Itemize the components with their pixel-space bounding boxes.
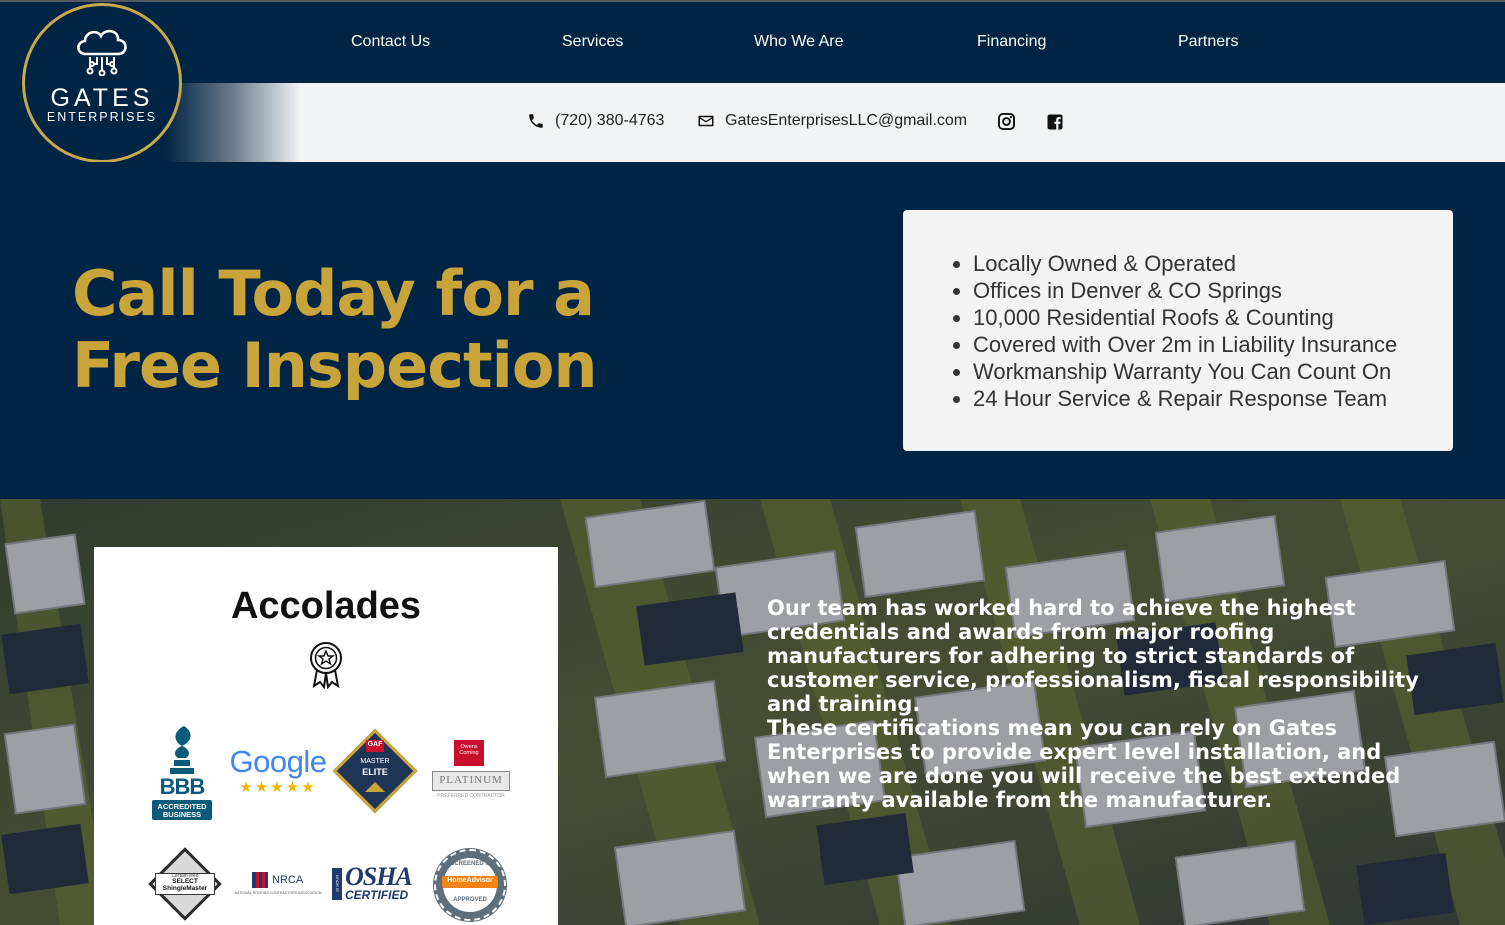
certifications-paragraph: These certifications mean you can rely o… [767, 716, 1401, 812]
feature-item: Covered with Over 2m in Liability Insura… [973, 331, 1397, 358]
gaf-master-elite-badge: GAF MASTER ELITE [332, 728, 418, 814]
logo-name: GATES [50, 84, 154, 112]
facebook-link[interactable] [1046, 113, 1064, 135]
nav-who-we-are[interactable]: Who We Are [754, 33, 844, 51]
ha-approved: APPROVED [453, 897, 487, 903]
phone-number: (720) 380-4763 [555, 112, 665, 129]
gaf-label: GAF [367, 741, 383, 748]
instagram-link[interactable] [997, 112, 1016, 135]
osha-letters: OSHA [345, 862, 413, 891]
hero-heading-line1: Call Today for a [72, 257, 595, 330]
osha-hours: 10 HOUR [334, 874, 340, 893]
cloud-circuit-icon [77, 29, 127, 76]
nav-services[interactable]: Services [562, 33, 623, 51]
bbb-badge: BBB ACCREDITED BUSINESS [150, 724, 214, 822]
nrca-flag-icon [252, 872, 268, 888]
gaf-master: MASTER [360, 758, 390, 765]
osha-certified: CERTIFIED [345, 888, 409, 902]
phone-contact[interactable]: (720) 380-4763 [527, 112, 664, 130]
features-card: Locally Owned & Operated Offices in Denv… [903, 210, 1453, 451]
credentials-paragraph: Our team has worked hard to achieve the … [767, 596, 1419, 716]
feature-item: Workmanship Warranty You Can Count On [973, 358, 1397, 385]
google-reviews-badge: Google ★★★★★ [228, 744, 328, 800]
feature-item: 10,000 Residential Roofs & Counting [973, 304, 1397, 331]
ha-screened: SCREENED & [450, 861, 490, 867]
nrca-letters: NRCA [272, 874, 304, 886]
ct-shinglemaster: ShingleMaster [162, 885, 208, 892]
osha-certified-badge: 10 HOUR OSHA CERTIFIED [332, 864, 418, 904]
oc-platinum: PLATINUM [439, 774, 503, 786]
homeadvisor-badge: SCREENED & HomeAdvisor APPROVED [434, 849, 506, 921]
ha-logo-text: HomeAdvisor [447, 877, 493, 884]
hero-heading: Call Today for a Free Inspection [72, 257, 598, 402]
ct-select: SELECT [172, 878, 198, 885]
accolades-title: Accolades [230, 585, 422, 627]
instagram-icon [998, 113, 1015, 130]
nav-partners[interactable]: Partners [1178, 33, 1238, 51]
bbb-business: BUSINESS [162, 810, 202, 819]
nav-contact-us[interactable]: Contact Us [351, 33, 430, 51]
gaf-roof-icon [365, 782, 385, 792]
email-contact[interactable]: GatesEnterprisesLLC@gmail.com [697, 112, 967, 130]
award-ribbon-icon [310, 642, 342, 689]
features-list: Locally Owned & Operated Offices in Denv… [973, 250, 1397, 412]
nrca-badge: NRCA NATIONAL ROOFING CONTRACTORS ASSOCI… [230, 866, 326, 902]
feature-item: 24 Hour Service & Repair Response Team [973, 385, 1397, 412]
email-address: GatesEnterprisesLLC@gmail.com [725, 112, 968, 129]
nrca-fullname: NATIONAL ROOFING CONTRACTORS ASSOCIATION [234, 891, 322, 895]
logo-subname: ENTERPRISES [46, 110, 158, 124]
oc-brand: Owens Corning [459, 744, 479, 756]
certainteed-shinglemaster-badge: CertainTeed SELECT ShingleMaster [146, 845, 224, 921]
top-nav-bar [0, 0, 1505, 83]
feature-item: Offices in Denver & CO Springs [973, 277, 1397, 304]
google-stars: ★★★★★ [239, 778, 317, 796]
feature-item: Locally Owned & Operated [973, 250, 1397, 277]
google-wordmark: Google [229, 744, 327, 779]
bbb-letters: BBB [159, 774, 206, 799]
facebook-icon [1047, 114, 1063, 130]
gaf-elite: ELITE [362, 767, 388, 777]
hero-heading-line2: Free Inspection [72, 329, 598, 402]
phone-icon [529, 114, 543, 128]
mail-icon [698, 115, 714, 127]
site-logo[interactable]: GATES ENTERPRISES [22, 3, 182, 163]
nav-financing[interactable]: Financing [977, 33, 1046, 51]
oc-preferred: PREFERRED CONTRACTOR [437, 793, 505, 799]
owens-corning-platinum-badge: Owens Corning PLATINUM PREFERRED CONTRAC… [424, 734, 518, 810]
